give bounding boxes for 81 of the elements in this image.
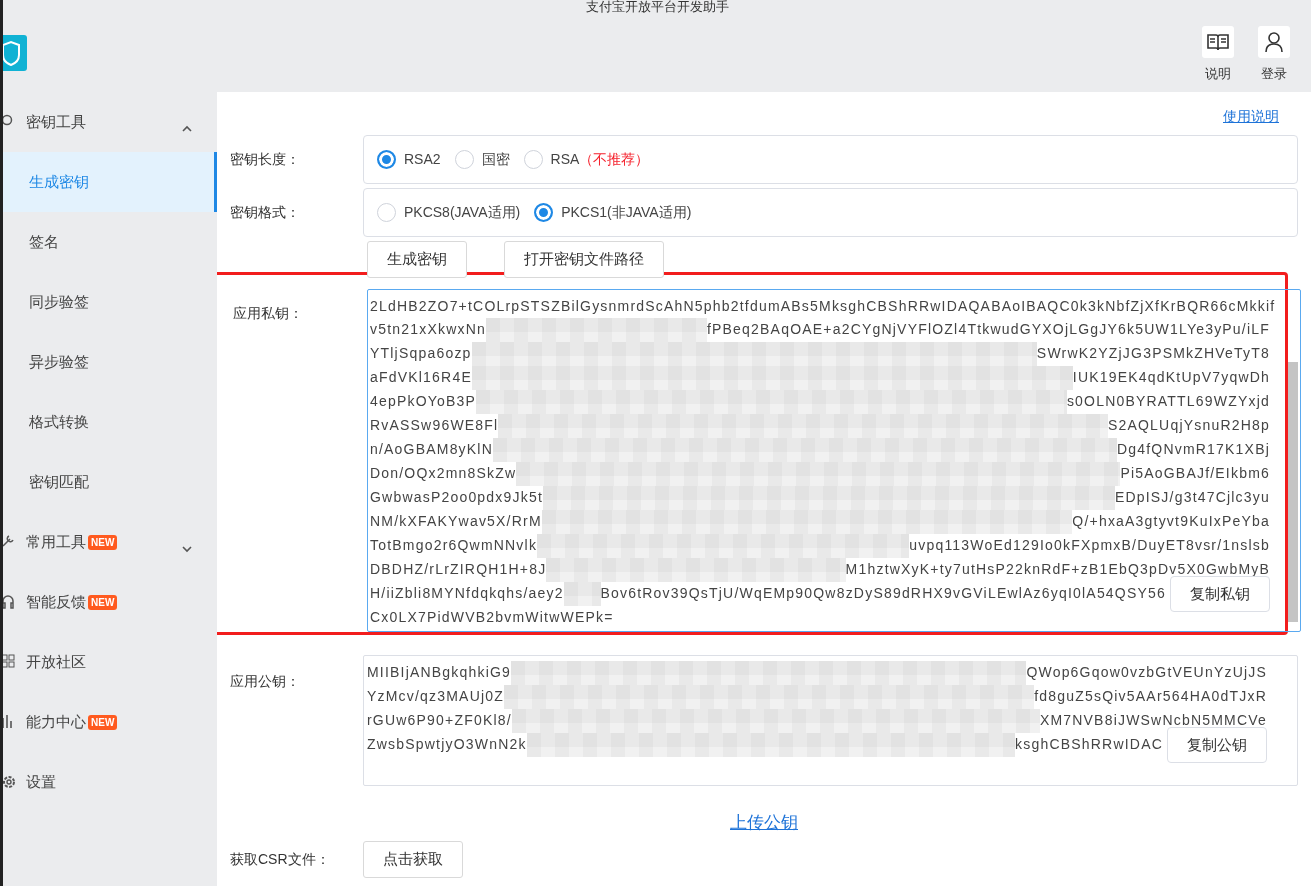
grid-icon xyxy=(3,654,15,668)
key-text-fragment: aFdVKl16R4E xyxy=(370,368,472,388)
public-key-field[interactable]: MIIBIjANBgkqhkiG9 QWop6Gqow0vzbGtVEUnYzUjJS YzMcv/qz3MAUj0Z fd8guZ5sQiv5AAr564HA0dTJxR rGUw6P90+ZF0Kl8/ XM7NVB8iJWSwNcbN5MMCVe ZwsbSpwtjyO3WnN2k ksghCBShRRwIDAC 复制公钥 xyxy=(363,654,1298,786)
help-label[interactable]: 说明 xyxy=(1205,64,1231,84)
radio-label[interactable]: PKCS8(JAVA适用) xyxy=(404,202,521,223)
key-text-fragment: uvpq113WoEd129Io0kFXpmxB/DuyET8vsr/1nslsb xyxy=(909,536,1270,556)
app-logo-icon xyxy=(3,35,27,71)
wrench-icon xyxy=(3,534,15,548)
field-label: 获取CSR文件： xyxy=(230,849,331,869)
field-label: 应用私钥： xyxy=(233,303,304,323)
key-text-fragment: IUK19EK4qdKtUpV7yqwDh xyxy=(1072,368,1270,388)
chart-icon xyxy=(3,714,15,730)
new-badge: NEW xyxy=(88,534,118,550)
settings-icon xyxy=(3,774,17,790)
key-text-fragment: Pi5AoGBAJf/EIkbm6 xyxy=(1120,464,1270,484)
key-text-fragment: fd8guZ5sQiv5AAr564HA0dTJxR xyxy=(1034,686,1267,706)
key-text-fragment: MIIBIjANBgkqhkiG9 xyxy=(367,662,512,682)
action-button[interactable]: 生成密钥 xyxy=(367,241,467,278)
key-text-fragment: S2AQLUqjYsnuR2H8p xyxy=(1107,416,1270,436)
key-text-line: 2LdHB2ZO7+tCOLrpSTSZBilGysnmrdScAhN5phb2tfdumABs5MksghCBShRRwIDAQABAoIBAQC0k3kNbfZjXfKrBQR66cMkkif xyxy=(370,296,1276,316)
field-label: 应用公钥： xyxy=(230,671,301,691)
key-text-fragment: Bov6tRov39QsTjU/WqEMp90Qw8zDyS89dRHX9vGViLEwlAz6yqI0lA54QSY56 xyxy=(600,584,1166,604)
radio-label[interactable]: RSA xyxy=(550,149,580,170)
key-text-line: Cx0LX7PidWVB2bvmWitwWEPk= xyxy=(370,608,614,628)
key-text-fragment: Don/OQx2mn8SkZw xyxy=(370,464,517,484)
upload-link[interactable]: 上传公钥 xyxy=(730,812,798,832)
nav-item[interactable]: 智能反馈 xyxy=(26,590,86,614)
nav-subitem[interactable]: 密钥匹配 xyxy=(3,452,217,512)
field-label: 密钥长度： xyxy=(230,150,301,169)
radio-label[interactable]: 国密 xyxy=(481,149,510,170)
copy-public-key-button[interactable]: 复制公钥 xyxy=(1167,726,1267,763)
window-title: 支付宝开放平台开发助手 xyxy=(584,0,730,16)
private-key-field[interactable] xyxy=(367,288,1301,632)
help-link[interactable]: 使用说明 xyxy=(1223,106,1279,127)
key-text-fragment: SWrwK2YZjJG3PSMkZHVeTyT8 xyxy=(1036,344,1270,364)
key-text-fragment: NM/kXFAKYwav5X/RrM xyxy=(370,512,542,532)
key-text-fragment: RvASSw96WE8Fl xyxy=(370,416,499,436)
key-text-fragment: s0OLN0BYRATTL69WZYxjd xyxy=(1066,392,1270,412)
key-text-fragment: Dg4fQNvmR17K1XBj xyxy=(1116,440,1270,460)
scrollbar-thumb[interactable] xyxy=(1288,361,1298,622)
key-text-fragment: fPBeq2BAqOAE+a2CYgNjVYFlOZl4TtkwudGYXOjLGgJY6k5UW1LYe3yPu/iLF xyxy=(706,320,1270,340)
copy-private-key-button[interactable]: 复制私钥 xyxy=(1170,576,1270,613)
key-text-fragment: GwbwasP2oo0pdx9Jk5t xyxy=(370,488,543,508)
login-label[interactable]: 登录 xyxy=(1261,64,1287,84)
nav-item[interactable]: 常用工具 xyxy=(26,530,86,554)
key-text-fragment: 4epPkOYoB3P xyxy=(370,392,477,412)
nav-item[interactable]: 设置 xyxy=(26,770,56,794)
key-icon xyxy=(3,114,15,128)
key-text-fragment: rGUw6P90+ZF0Kl8/ xyxy=(367,710,512,730)
key-text-fragment: ksghCBShRRwIDAC xyxy=(1015,734,1163,754)
headset-icon xyxy=(3,594,15,610)
book-icon[interactable] xyxy=(1202,26,1234,58)
key-text-fragment: YTljSqpa6ozp xyxy=(370,344,472,364)
radio-label[interactable]: PKCS1(非JAVA适用) xyxy=(561,202,692,223)
key-text-fragment: QWop6Gqow0vzbGtVEUnYzUjJS xyxy=(1026,662,1267,682)
radio-label[interactable]: RSA2 xyxy=(404,149,441,170)
nav-item[interactable]: 能力中心 xyxy=(26,710,86,734)
key-text-fragment: DBDHZ/rLrZIRQH1H+8J xyxy=(370,560,547,580)
nav-item[interactable]: 密钥工具 xyxy=(26,110,86,134)
new-badge: NEW xyxy=(88,594,118,610)
nav-subitem[interactable]: 格式转换 xyxy=(3,392,217,452)
radio-button[interactable] xyxy=(534,203,554,222)
user-icon[interactable] xyxy=(1258,26,1290,58)
key-text-fragment: TotBmgo2r6QwmNNvlk xyxy=(370,536,538,556)
key-text-fragment: EDpISJ/g3t47Cjlc3yu xyxy=(1114,488,1270,508)
key-text-fragment: ZwsbSpwtjyO3WnN2k xyxy=(367,734,527,754)
action-button[interactable]: 打开密钥文件路径 xyxy=(504,241,664,278)
field-label: 密钥格式： xyxy=(230,203,301,222)
radio-button[interactable] xyxy=(377,150,396,169)
key-text-fragment: H/iiZbli8MYNfdqkqhs/aey2 xyxy=(370,584,564,604)
new-badge: NEW xyxy=(88,714,118,730)
key-text-fragment: n/AoGBAM8yKlN xyxy=(370,440,493,460)
nav-subitem[interactable]: 异步验签 xyxy=(3,332,217,392)
fetch-button[interactable]: 点击获取 xyxy=(363,841,463,878)
key-text-fragment: Q/+hxaA3gtyvt9KuIxPeYba xyxy=(1072,512,1270,532)
nav-subitem[interactable]: 同步验签 xyxy=(3,272,217,332)
key-text-fragment: v5tn21xXkwxNn xyxy=(370,320,486,340)
warning-note: （不推荐） xyxy=(579,150,650,169)
key-text-fragment: YzMcv/qz3MAUj0Z xyxy=(367,686,505,706)
nav-item[interactable]: 开放社区 xyxy=(26,650,86,674)
nav-subitem[interactable]: 签名 xyxy=(3,212,217,272)
